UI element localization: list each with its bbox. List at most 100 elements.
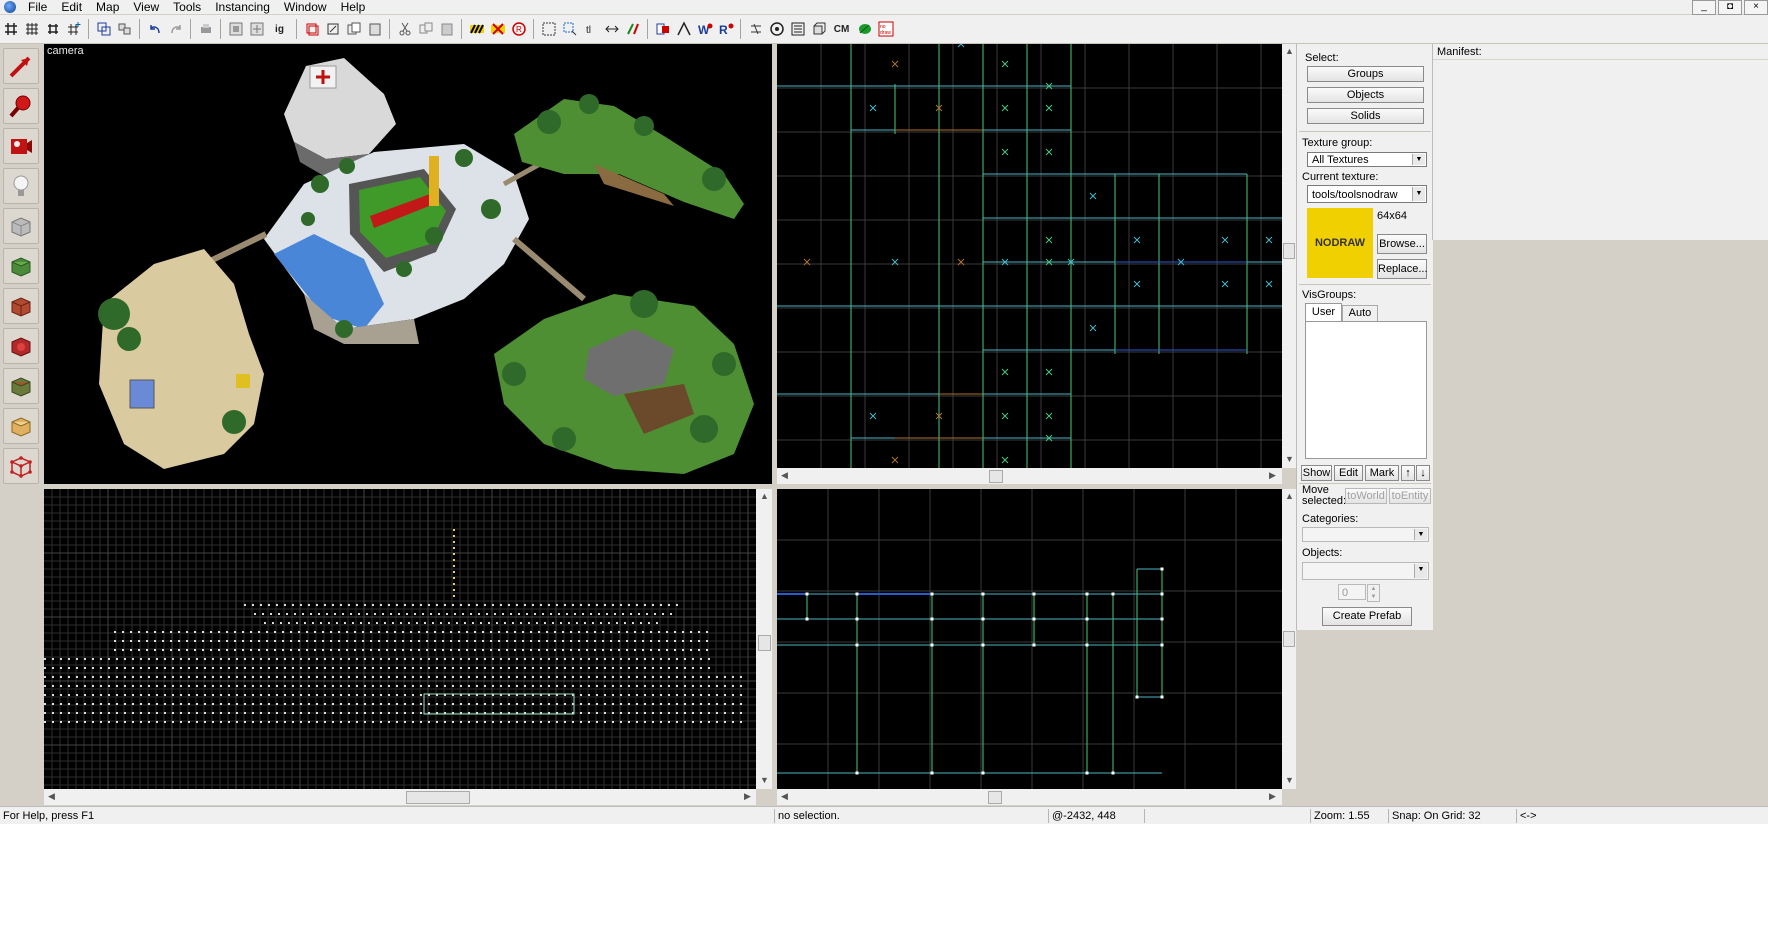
front-view-hscrollbar[interactable]: ◀ ▶ bbox=[777, 789, 1282, 805]
scroll-down-arrow[interactable]: ▼ bbox=[1285, 775, 1294, 785]
menu-view[interactable]: View bbox=[127, 0, 167, 14]
entity-tool-icon[interactable] bbox=[3, 168, 39, 204]
categories-select[interactable]: ▼ bbox=[1302, 527, 1429, 542]
restore-button[interactable]: ◘ bbox=[1718, 0, 1742, 15]
scroll-thumb[interactable] bbox=[989, 470, 1003, 483]
dropdown-arrow-icon[interactable]: ▼ bbox=[1412, 187, 1425, 201]
grid-dots-icon[interactable] bbox=[43, 20, 62, 39]
ignore-group-button[interactable]: ig bbox=[268, 20, 291, 39]
scroll-up-arrow[interactable]: ▲ bbox=[1285, 46, 1294, 56]
menu-edit[interactable]: Edit bbox=[55, 0, 90, 14]
move-up-button[interactable]: ↑ bbox=[1401, 465, 1415, 481]
compile-icon[interactable]: R bbox=[716, 20, 735, 39]
nodraw-icon[interactable]: no draw bbox=[876, 20, 895, 39]
menu-map[interactable]: Map bbox=[90, 0, 127, 14]
viewport-label[interactable]: camera bbox=[47, 45, 84, 57]
magnify-tool-icon[interactable] bbox=[3, 88, 39, 124]
scroll-thumb[interactable] bbox=[988, 791, 1002, 804]
texture-preview[interactable]: NODRAW bbox=[1307, 208, 1373, 278]
top-view-viewport[interactable] bbox=[777, 44, 1282, 468]
solids-button[interactable]: Solids bbox=[1307, 108, 1424, 124]
top-view-hscrollbar[interactable]: ◀ ▶ bbox=[777, 468, 1282, 484]
show-button[interactable]: Show bbox=[1301, 465, 1332, 481]
minimize-button[interactable]: _ bbox=[1692, 0, 1716, 15]
box-select-alt-icon[interactable] bbox=[560, 20, 579, 39]
undo-icon[interactable] bbox=[145, 20, 164, 39]
selection-tool-icon[interactable] bbox=[3, 48, 39, 84]
grid-toggle-icon[interactable] bbox=[22, 20, 41, 39]
move-down-button[interactable]: ↓ bbox=[1416, 465, 1430, 481]
edit-button[interactable]: Edit bbox=[1334, 465, 1363, 481]
flip-icon[interactable] bbox=[623, 20, 642, 39]
align-icon[interactable] bbox=[602, 20, 621, 39]
apply-current-texture-icon[interactable] bbox=[3, 288, 39, 324]
tab-user[interactable]: User bbox=[1305, 303, 1342, 321]
menu-help[interactable]: Help bbox=[335, 0, 374, 14]
clipping-tool-icon[interactable] bbox=[3, 408, 39, 444]
app-globe-icon[interactable] bbox=[4, 1, 16, 13]
copy-icon[interactable] bbox=[344, 20, 363, 39]
scroll-down-arrow[interactable]: ▼ bbox=[1285, 454, 1294, 464]
front-view-vscrollbar[interactable]: ▲ ▼ bbox=[1282, 489, 1296, 789]
entity-report-icon[interactable] bbox=[653, 20, 672, 39]
menu-instancing[interactable]: Instancing bbox=[209, 0, 278, 14]
scroll-thumb[interactable] bbox=[406, 791, 470, 804]
group-icon[interactable] bbox=[115, 20, 134, 39]
cut-icon[interactable] bbox=[395, 20, 414, 39]
scroll-right-arrow[interactable]: ▶ bbox=[1269, 470, 1276, 481]
scroll-up-arrow[interactable]: ▲ bbox=[760, 491, 769, 501]
tab-auto[interactable]: Auto bbox=[1342, 305, 1378, 322]
hazard-icon[interactable] bbox=[467, 20, 486, 39]
top-view-vscrollbar[interactable]: ▲ ▼ bbox=[1282, 44, 1296, 468]
decal-tool-icon[interactable] bbox=[3, 328, 39, 364]
side-view-hscrollbar[interactable]: ◀ ▶ bbox=[44, 789, 756, 805]
browse-button[interactable]: Browse... bbox=[1377, 234, 1427, 254]
replace-button[interactable]: Replace... bbox=[1377, 259, 1428, 279]
overlay-tool-icon[interactable] bbox=[3, 368, 39, 404]
leaf-icon[interactable] bbox=[855, 20, 874, 39]
camera-icon[interactable] bbox=[767, 20, 786, 39]
carve-icon[interactable] bbox=[94, 20, 113, 39]
cubemap-icon[interactable] bbox=[809, 20, 828, 39]
scroll-left-arrow[interactable]: ◀ bbox=[48, 791, 55, 802]
menu-window[interactable]: Window bbox=[278, 0, 335, 14]
front-view-viewport[interactable] bbox=[777, 489, 1282, 789]
side-view-vscrollbar[interactable]: ▲ ▼ bbox=[756, 489, 772, 789]
close-button[interactable]: × bbox=[1744, 0, 1768, 15]
quick-hide-icon[interactable] bbox=[746, 20, 765, 39]
menu-file[interactable]: File bbox=[22, 0, 55, 14]
object-index-field[interactable]: 0 bbox=[1338, 584, 1366, 600]
scroll-left-arrow[interactable]: ◀ bbox=[781, 470, 788, 481]
texture-tool-icon[interactable]: tl bbox=[581, 20, 600, 39]
side-view-viewport[interactable] bbox=[44, 489, 756, 789]
record-icon[interactable]: R bbox=[509, 20, 528, 39]
scroll-right-arrow[interactable]: ▶ bbox=[744, 791, 751, 802]
box-select-icon[interactable] bbox=[539, 20, 558, 39]
to-world-button[interactable]: toWorld bbox=[1345, 488, 1387, 504]
grid-icon[interactable] bbox=[1, 20, 20, 39]
grid-plus-icon[interactable] bbox=[64, 20, 83, 39]
print-icon[interactable] bbox=[196, 20, 215, 39]
menu-tools[interactable]: Tools bbox=[167, 0, 209, 14]
select-all-icon[interactable] bbox=[302, 20, 321, 39]
mark-button[interactable]: Mark bbox=[1365, 465, 1399, 481]
hazard-x-icon[interactable] bbox=[488, 20, 507, 39]
wind-icon[interactable]: W bbox=[695, 20, 714, 39]
vertex-tool-icon[interactable] bbox=[3, 448, 39, 484]
map-info-icon[interactable] bbox=[788, 20, 807, 39]
scroll-thumb[interactable] bbox=[1283, 631, 1295, 647]
scroll-up-arrow[interactable]: ▲ bbox=[1285, 491, 1294, 501]
scroll-thumb[interactable] bbox=[1283, 243, 1295, 259]
scroll-left-arrow[interactable]: ◀ bbox=[781, 791, 788, 802]
scroll-thumb[interactable] bbox=[758, 635, 771, 651]
scroll-right-arrow[interactable]: ▶ bbox=[1269, 791, 1276, 802]
to-entity-button[interactable]: toEntity bbox=[1389, 488, 1431, 504]
texture-lock-icon[interactable] bbox=[323, 20, 342, 39]
block-tool-icon[interactable] bbox=[3, 208, 39, 244]
groups-button[interactable]: Groups bbox=[1307, 66, 1424, 82]
objects-select[interactable]: ▼ bbox=[1302, 562, 1429, 580]
dropdown-arrow-icon[interactable]: ▼ bbox=[1412, 154, 1425, 165]
create-prefab-button[interactable]: Create Prefab bbox=[1322, 607, 1412, 626]
redo-icon[interactable] bbox=[166, 20, 185, 39]
hide-icon[interactable] bbox=[226, 20, 245, 39]
